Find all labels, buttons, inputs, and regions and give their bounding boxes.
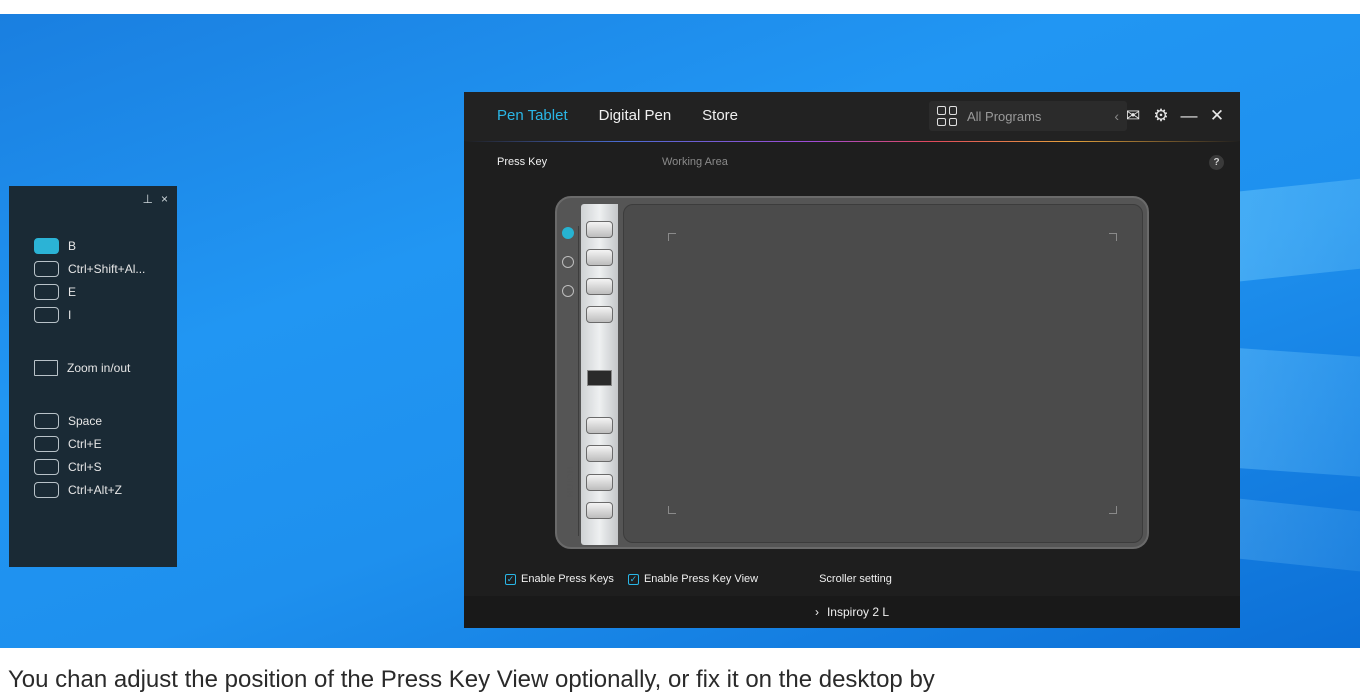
press-key-indicator — [34, 283, 59, 300]
key-indicator[interactable] — [562, 256, 574, 268]
enable-press-key-view-label: Enable Press Key View — [643, 573, 759, 585]
tab-digital-pen[interactable]: Digital Pen — [599, 107, 672, 124]
gear-icon[interactable]: ⚙ — [1152, 106, 1170, 126]
tab-store[interactable]: Store — [702, 107, 738, 124]
press-key-options: ✓ Enable Press Keys ✓ Enable Press Key V… — [505, 573, 892, 585]
press-key-label: Ctrl+E — [68, 436, 102, 451]
corner-mark — [1109, 506, 1117, 514]
press-key-row: I — [34, 303, 177, 326]
sub-tabs: Press Key Working Area ? — [464, 142, 1240, 182]
press-key-button[interactable] — [586, 502, 613, 519]
caption-text: You chan adjust the position of the Pres… — [0, 652, 1360, 693]
press-key-indicator — [34, 237, 59, 254]
press-key-button[interactable] — [586, 249, 613, 266]
close-icon[interactable]: ✕ — [1208, 106, 1226, 126]
checkbox-checked-icon: ✓ — [627, 573, 639, 585]
wheel-label: Zoom in/out — [67, 360, 131, 375]
subtab-working-area[interactable]: Working Area — [662, 156, 728, 168]
press-key-row: Space — [34, 409, 177, 432]
press-key-indicator — [34, 306, 59, 323]
wheel-indicator — [34, 359, 58, 376]
scroller-setting-link[interactable]: Scroller setting — [819, 573, 892, 585]
apps-grid-icon — [937, 106, 957, 126]
corner-mark — [668, 233, 676, 241]
tablet-illustration: HUION — [555, 196, 1149, 549]
press-key-label: Ctrl+S — [68, 459, 102, 474]
press-key-row: Ctrl+E — [34, 432, 177, 455]
caption-line: You chan adjust the position of the Pres… — [8, 666, 935, 693]
key-indicator[interactable] — [562, 285, 574, 297]
window-controls: ✉ ⚙ — ✕ — [1124, 106, 1226, 126]
press-key-indicator — [34, 481, 59, 498]
press-key-view-header: ⊥ × — [9, 186, 177, 212]
device-name: Inspiroy 2 L — [826, 605, 890, 619]
press-key-row: E — [34, 280, 177, 303]
press-key-indicator — [34, 412, 59, 429]
press-key-label: Ctrl+Shift+Al... — [68, 261, 146, 276]
press-key-list: B Ctrl+Shift+Al... E I Zoom in/out Space… — [9, 234, 177, 501]
subtab-press-key[interactable]: Press Key — [497, 156, 547, 168]
key-indicator-active[interactable] — [562, 227, 574, 239]
program-selector-label: All Programs — [967, 108, 1042, 124]
wheel-key-row: Zoom in/out — [34, 356, 177, 379]
press-key-label: Ctrl+Alt+Z — [68, 482, 123, 497]
minimize-icon[interactable]: — — [1180, 106, 1198, 126]
press-key-label: I — [68, 307, 72, 322]
device-selector[interactable]: › Inspiroy 2 L — [464, 596, 1240, 628]
checkbox-checked-icon: ✓ — [505, 573, 516, 585]
press-key-button[interactable] — [586, 221, 613, 238]
driver-window: Pen Tablet Digital Pen Store All Program… — [464, 92, 1240, 628]
press-key-label: E — [68, 284, 77, 299]
press-key-button[interactable] — [586, 474, 613, 491]
press-key-button[interactable] — [586, 306, 613, 323]
enable-press-key-view-checkbox[interactable]: ✓ Enable Press Key View — [627, 573, 759, 585]
chevron-right-icon: › — [814, 605, 819, 619]
press-key-view-panel[interactable]: ⊥ × B Ctrl+Shift+Al... E I Zoom in/out S… — [9, 186, 177, 567]
press-key-label: B — [68, 238, 77, 253]
corner-mark — [1109, 233, 1117, 241]
mail-icon[interactable]: ✉ — [1124, 106, 1142, 126]
press-key-button[interactable] — [586, 417, 613, 434]
press-key-button[interactable] — [586, 278, 613, 295]
press-key-button[interactable] — [586, 445, 613, 462]
press-key-indicator — [34, 260, 59, 277]
scroll-wheel[interactable] — [587, 370, 612, 386]
help-icon[interactable]: ? — [1209, 155, 1224, 170]
close-icon[interactable]: × — [161, 192, 168, 206]
brand-logo: HUION — [566, 466, 575, 497]
enable-press-keys-checkbox[interactable]: ✓ Enable Press Keys — [505, 573, 614, 585]
press-key-label: Space — [68, 413, 103, 428]
pin-icon[interactable]: ⊥ — [143, 192, 153, 206]
corner-mark — [668, 506, 676, 514]
press-key-indicator — [34, 458, 59, 475]
press-key-row: Ctrl+S — [34, 455, 177, 478]
press-key-strip — [581, 204, 618, 545]
press-key-row: Ctrl+Shift+Al... — [34, 257, 177, 280]
title-bar: Pen Tablet Digital Pen Store All Program… — [464, 92, 1240, 142]
press-key-row: B — [34, 234, 177, 257]
press-key-row: Ctrl+Alt+Z — [34, 478, 177, 501]
main-tabs: Pen Tablet Digital Pen Store — [497, 107, 738, 124]
enable-press-keys-label: Enable Press Keys — [521, 573, 614, 585]
chevron-left-icon[interactable]: ‹ — [1114, 108, 1119, 124]
program-selector[interactable]: All Programs ‹ — [929, 101, 1127, 131]
tab-pen-tablet[interactable]: Pen Tablet — [497, 107, 568, 124]
press-key-indicator — [34, 435, 59, 452]
tablet-working-area — [623, 204, 1143, 543]
